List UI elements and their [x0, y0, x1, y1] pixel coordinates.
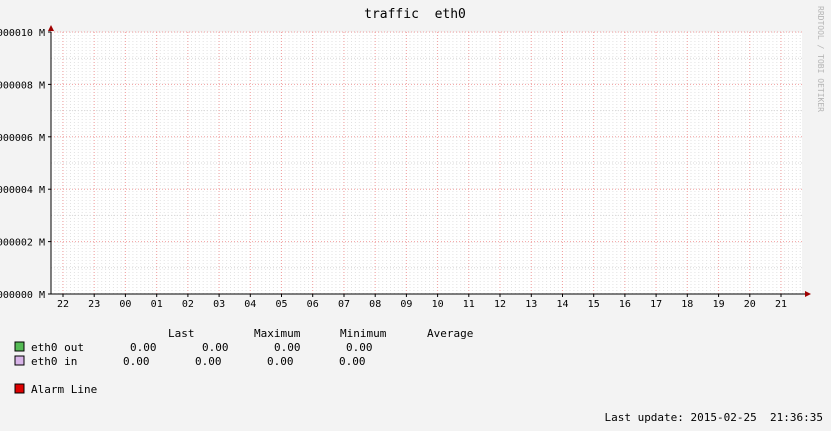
x-tick-label: 03	[213, 299, 225, 310]
legend-row-eth0-in: eth0 in 0.00 0.00 0.00 0.00	[14, 355, 366, 368]
legend-label: eth0 out	[31, 341, 84, 354]
y-tick-label: 0.000000 M	[0, 290, 45, 301]
legend-swatch-eth0-in	[14, 355, 25, 366]
x-tick-label: 20	[744, 299, 756, 310]
legend-value-minimum: 0.00	[267, 355, 294, 368]
x-tick-label: 09	[400, 299, 412, 310]
x-tick-label: 02	[182, 299, 194, 310]
x-tick-label: 21	[775, 299, 787, 310]
legend-label: Alarm Line	[31, 383, 97, 396]
legend-value-maximum: 0.00	[195, 355, 222, 368]
x-tick-label: 13	[525, 299, 537, 310]
x-tick-label: 05	[275, 299, 287, 310]
x-tick-label: 16	[619, 299, 631, 310]
x-tick-label: 12	[494, 299, 506, 310]
y-tick-label: 0.000004 M	[0, 185, 45, 196]
x-tick-label: 00	[119, 299, 131, 310]
y-axis-arrow	[48, 25, 54, 31]
x-tick-label: 19	[713, 299, 725, 310]
x-tick-label: 23	[88, 299, 100, 310]
rrdtool-watermark: RRDTOOL / TOBI OETIKER	[816, 6, 825, 112]
last-update-text: Last update: 2015-02-25 21:36:35	[604, 411, 823, 424]
plot-area	[48, 25, 811, 297]
x-tick-label: 15	[588, 299, 600, 310]
x-tick-label: 17	[650, 299, 662, 310]
x-tick-label: 14	[556, 299, 568, 310]
legend-row-eth0-out: eth0 out 0.00 0.00 0.00 0.00	[14, 341, 373, 354]
legend-swatch-alarm-line	[14, 383, 25, 394]
legend-label: eth0 in	[31, 355, 77, 368]
y-tick-label: 0.000006 M	[0, 133, 45, 144]
x-axis-labels: 22 23 00 01 02 03 04 05 06 07 08 09 10 11 12 13 14 15 16 17…	[57, 299, 787, 310]
legend-swatch-eth0-out	[14, 341, 25, 352]
legend-value-average: 0.00	[339, 355, 366, 368]
legend: Last Maximum Minimum Average eth0 out 0.…	[14, 327, 473, 396]
legend-value-last: 0.00	[130, 341, 157, 354]
x-tick-label: 07	[338, 299, 350, 310]
legend-header-maximum: Maximum	[254, 327, 301, 340]
y-axis-labels: 0.000000 M 0.000002 M 0.000004 M 0.000006 M…	[0, 28, 45, 301]
x-tick-label: 01	[151, 299, 163, 310]
legend-header-minimum: Minimum	[340, 327, 387, 340]
traffic-chart: traffic eth0 RRDTOOL / TOBI OETIKER 22 23…	[0, 6, 825, 424]
y-tick-label: 0.000010 M	[0, 28, 45, 39]
x-tick-label: 18	[681, 299, 693, 310]
legend-value-maximum: 0.00	[202, 341, 229, 354]
y-tick-label: 0.000002 M	[0, 238, 45, 249]
x-tick-label: 06	[307, 299, 319, 310]
legend-header-average: Average	[427, 327, 473, 340]
y-tick-label: 0.000008 M	[0, 80, 45, 91]
legend-value-minimum: 0.00	[274, 341, 301, 354]
legend-header-last: Last	[168, 327, 195, 340]
x-tick-label: 04	[244, 299, 256, 310]
x-tick-label: 10	[432, 299, 444, 310]
chart-title: traffic eth0	[364, 7, 466, 22]
legend-value-last: 0.00	[123, 355, 150, 368]
x-axis-arrow	[805, 291, 811, 297]
x-tick-label: 22	[57, 299, 69, 310]
legend-value-average: 0.00	[346, 341, 373, 354]
legend-row-alarm-line: Alarm Line	[14, 383, 97, 396]
x-tick-label: 08	[369, 299, 381, 310]
x-tick-label: 11	[463, 299, 475, 310]
